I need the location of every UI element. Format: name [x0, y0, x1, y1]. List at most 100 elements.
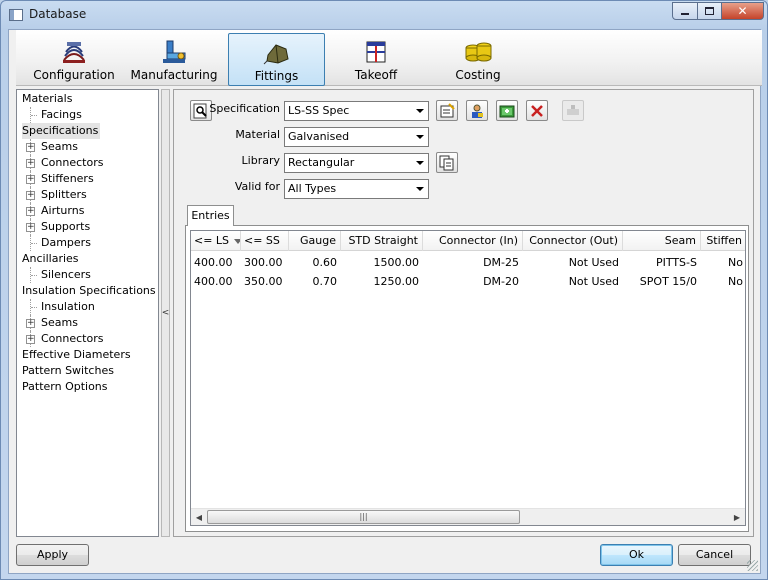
- column-header-label: Connector (Out): [529, 234, 618, 247]
- table-row[interactable]: 400.00 350.00 0.70 1250.00 DM-20 Not Used SPOT…: [191, 272, 745, 291]
- tree-item-label: Ancillaries: [22, 252, 79, 265]
- table-cell[interactable]: No: [701, 272, 745, 291]
- table-cell[interactable]: 1500.00: [341, 253, 423, 272]
- delete-spec-button[interactable]: [526, 100, 548, 121]
- table-cell[interactable]: 1250.00: [341, 272, 423, 291]
- column-header-label: Connector (In): [438, 234, 518, 247]
- user-spec-button[interactable]: [466, 100, 488, 121]
- entries-tab-page: <= LS <= SS Gauge STD Straight Connector (In…: [185, 225, 749, 532]
- table-cell[interactable]: 0.60: [289, 253, 341, 272]
- tree-line: [31, 115, 37, 116]
- toolbar-takeoff[interactable]: Takeoff: [331, 33, 421, 86]
- chevron-down-icon: [412, 180, 428, 198]
- expand-icon[interactable]: +: [26, 175, 35, 184]
- edit-properties-button[interactable]: [436, 100, 458, 121]
- horizontal-scrollbar[interactable]: ◀ ||| ▶: [191, 508, 745, 525]
- minimize-button[interactable]: [672, 2, 698, 20]
- table-cell[interactable]: SPOT 15/0: [623, 272, 701, 291]
- table-cell[interactable]: No: [701, 253, 745, 272]
- scroll-right-icon[interactable]: ▶: [731, 512, 743, 523]
- delete-icon: [531, 104, 543, 117]
- specification-select[interactable]: LS-SS Spec: [284, 101, 429, 121]
- tree-item-label: Materials: [22, 92, 73, 105]
- table-cell[interactable]: 400.00: [191, 253, 241, 272]
- tree-item-label: Silencers: [41, 268, 91, 281]
- close-button[interactable]: ✕: [721, 2, 764, 20]
- toolbar-fittings[interactable]: Fittings: [228, 33, 325, 86]
- window-title: Database: [29, 7, 87, 21]
- expand-icon[interactable]: +: [26, 223, 35, 232]
- entries-grid[interactable]: <= LS <= SS Gauge STD Straight Connector (In…: [190, 230, 746, 526]
- toolbar-costing[interactable]: Costing: [433, 33, 523, 86]
- table-cell[interactable]: DM-20: [423, 272, 523, 291]
- table-cell[interactable]: DM-25: [423, 253, 523, 272]
- maximize-button[interactable]: [697, 2, 722, 20]
- fittings-icon: [263, 44, 289, 65]
- material-select[interactable]: Galvanised: [284, 127, 429, 147]
- column-header[interactable]: Gauge: [289, 231, 341, 251]
- tree-item-label: Pattern Switches: [22, 364, 114, 377]
- tree-item-label: Splitters: [41, 188, 87, 201]
- toolbar-manufacturing[interactable]: Manufacturing: [129, 33, 219, 86]
- column-header[interactable]: Seam: [623, 231, 701, 251]
- scroll-left-icon[interactable]: ◀: [193, 512, 205, 523]
- cancel-button[interactable]: Cancel: [678, 544, 751, 566]
- expand-icon[interactable]: +: [26, 143, 35, 152]
- tree-item-label: Facings: [41, 108, 82, 121]
- table-row[interactable]: 400.00 300.00 0.60 1500.00 DM-25 Not Used PITT…: [191, 253, 745, 272]
- specification-label: Specification: [209, 102, 280, 115]
- valid-for-select[interactable]: All Types: [284, 179, 429, 199]
- library-select[interactable]: Rectangular: [284, 153, 429, 173]
- table-cell[interactable]: Not Used: [523, 253, 623, 272]
- add-sheet-icon: [499, 105, 515, 117]
- apply-button[interactable]: Apply: [16, 544, 89, 566]
- ok-button[interactable]: Ok: [600, 544, 673, 566]
- expand-icon[interactable]: +: [26, 319, 35, 328]
- copy-library-button[interactable]: [436, 152, 458, 173]
- table-cell[interactable]: 300.00: [241, 253, 289, 272]
- takeoff-icon: [366, 41, 386, 63]
- table-cell[interactable]: 350.00: [241, 272, 289, 291]
- move-icon: [567, 104, 579, 115]
- tree-item-label: Connectors: [41, 156, 104, 169]
- expand-icon[interactable]: +: [26, 159, 35, 168]
- column-header[interactable]: STD Straight: [341, 231, 423, 251]
- minimize-icon: [681, 13, 689, 15]
- category-toolbar: Configuration Manufacturing Fittings Tak…: [16, 30, 762, 86]
- expand-icon[interactable]: +: [26, 191, 35, 200]
- move-spec-button[interactable]: [562, 100, 584, 121]
- table-cell[interactable]: 0.70: [289, 272, 341, 291]
- column-header[interactable]: <= LS: [191, 231, 241, 251]
- table-cell[interactable]: 400.00: [191, 272, 241, 291]
- close-icon: ✕: [737, 4, 748, 18]
- column-header-label: <= LS: [194, 234, 230, 247]
- expand-icon[interactable]: +: [26, 335, 35, 344]
- ductwork-icon: [63, 42, 85, 63]
- scrollbar-thumb[interactable]: |||: [207, 510, 520, 524]
- tree-item-label: Pattern Options: [22, 380, 108, 393]
- database-window: Database ✕ Configuration Manufacturing F…: [0, 0, 768, 580]
- table-cell[interactable]: Not Used: [523, 272, 623, 291]
- tree-item-label: Supports: [41, 220, 91, 233]
- title-bar[interactable]: Database ✕: [1, 1, 767, 29]
- toolbar-label: Costing: [455, 68, 501, 82]
- toolbar-label: Configuration: [33, 68, 115, 82]
- database-tree[interactable]: Materials Facings Specifications + Seams + Con…: [16, 89, 159, 537]
- column-header[interactable]: <= SS: [241, 231, 289, 251]
- column-header[interactable]: Connector (In): [423, 231, 523, 251]
- panel-splitter[interactable]: <: [161, 89, 170, 537]
- tab-entries[interactable]: Entries: [187, 205, 234, 226]
- sort-desc-icon: [234, 238, 240, 244]
- resize-grip-icon[interactable]: [747, 560, 758, 571]
- expand-icon[interactable]: +: [26, 207, 35, 216]
- tree-item-label: Seams: [41, 140, 78, 153]
- column-header[interactable]: Stiffen: [701, 231, 745, 251]
- table-cell[interactable]: PITTS-S: [623, 253, 701, 272]
- chevron-down-icon: [412, 154, 428, 172]
- maximize-icon: [705, 7, 714, 15]
- add-spec-button[interactable]: [496, 100, 518, 121]
- tree-item-label: Insulation Specifications: [22, 284, 156, 297]
- column-header[interactable]: Connector (Out): [523, 231, 623, 251]
- toolbar-label: Fittings: [254, 69, 299, 83]
- toolbar-configuration[interactable]: Configuration: [29, 33, 119, 86]
